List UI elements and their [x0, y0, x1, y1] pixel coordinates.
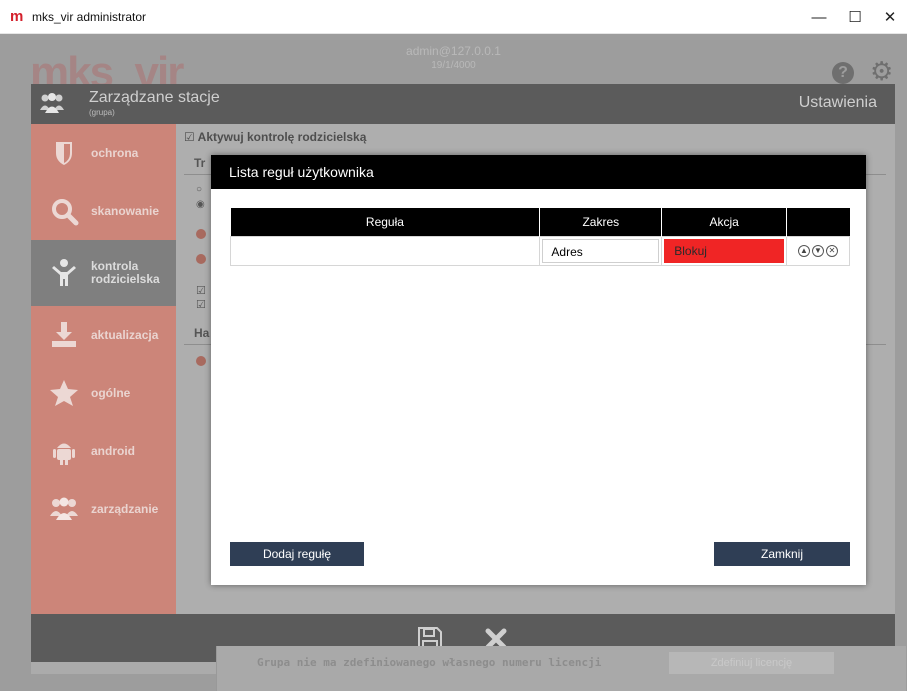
column-header-controls [786, 208, 850, 236]
license-notice: Grupa nie ma zdefiniowanego własnego num… [257, 656, 602, 669]
table-row: Adres Blokuj ▲ ▼ ✕ [229, 235, 850, 266]
dialog-title: Lista reguł użytkownika [211, 155, 866, 189]
sidebar-item-kontrola-rodzicielska[interactable]: kontrola rodzicielska [31, 240, 176, 306]
sidebar-item-ogolne[interactable]: ogólne [31, 364, 176, 422]
shield-icon [56, 142, 72, 165]
sidebar-label-line1: kontrola [91, 259, 139, 273]
move-up-icon[interactable]: ▲ [798, 244, 811, 257]
help-icon[interactable]: ? [832, 62, 854, 84]
scope-cell: Adres [539, 235, 663, 266]
column-header-scope: Zakres [539, 208, 663, 236]
sidebar-item-label: aktualizacja [91, 327, 159, 342]
sidebar-item-aktualizacja[interactable]: aktualizacja [31, 306, 176, 364]
scope-select[interactable]: Adres [542, 238, 660, 263]
checkbox-option[interactable]: ☑ [196, 298, 206, 311]
download-icon [52, 322, 76, 347]
sidebar-item-label: android [91, 443, 135, 458]
app-logo-icon: m [10, 7, 24, 25]
close-window-button[interactable]: ✕ [870, 0, 907, 34]
move-down-icon[interactable]: ▼ [812, 244, 825, 257]
minimize-button[interactable]: — [799, 0, 839, 34]
sidebar-item-label: zarządzanie [91, 501, 159, 516]
arrow-bullet-icon [196, 254, 206, 264]
arrow-bullet-icon [196, 229, 206, 239]
row-controls: ▲ ▼ ✕ [787, 244, 849, 257]
arrow-bullet-icon [196, 356, 206, 366]
parental-control-checkbox[interactable]: ☑ Aktywuj kontrolę rodzicielską [184, 130, 366, 144]
rules-table: Reguła Zakres Akcja Adres Blokuj ▲ ▼ ✕ [229, 208, 850, 266]
add-rule-button[interactable]: Dodaj regułę [230, 542, 364, 566]
child-icon [52, 259, 76, 286]
android-icon [53, 443, 75, 465]
license-notice-strip: Grupa nie ma zdefiniowanego własnego num… [216, 646, 906, 691]
panel-title: Zarządzane stacje [89, 89, 220, 106]
parental-control-checkbox-label: Aktywuj kontrolę rodzicielską [197, 130, 367, 144]
sidebar: ochrona skanowanie kontrola rodzicielska… [31, 124, 176, 614]
users-icon [50, 497, 78, 520]
column-header-action: Akcja [661, 208, 788, 236]
rule-cell[interactable] [229, 235, 541, 266]
radio-option[interactable]: ○ [196, 184, 202, 195]
gear-icon[interactable]: ⚙ [870, 58, 893, 84]
sidebar-item-skanowanie[interactable]: skanowanie [31, 182, 176, 240]
window-titlebar: m mks_vir administrator — ☐ ✕ [0, 0, 907, 34]
user-rules-dialog: Lista reguł użytkownika Reguła Zakres Ak… [211, 155, 866, 585]
maximize-button[interactable]: ☐ [835, 0, 875, 34]
panel-header: Zarządzane stacje (grupa) Ustawienia [31, 84, 895, 124]
action-cell: Blokuj [661, 235, 788, 266]
close-dialog-button[interactable]: Zamknij [714, 542, 850, 566]
radio-option-selected[interactable]: ◉ [196, 199, 205, 210]
checkbox-option[interactable]: ☑ [196, 284, 206, 297]
action-select[interactable]: Blokuj [664, 238, 785, 263]
sidebar-item-label: ochrona [91, 145, 139, 160]
sidebar-item-android[interactable]: android [31, 422, 176, 480]
sidebar-label-line2: rodzicielska [91, 272, 160, 286]
row-controls-cell: ▲ ▼ ✕ [786, 235, 850, 266]
section-fragment: Ha [194, 326, 210, 340]
sidebar-item-zarzadzanie[interactable]: zarządzanie [31, 480, 176, 538]
column-header-rule: Reguła [230, 208, 541, 236]
table-header-row: Reguła Zakres Akcja [230, 208, 850, 236]
sidebar-item-ochrona[interactable]: ochrona [31, 124, 176, 182]
users-group-icon [40, 93, 64, 113]
window-title: mks_vir administrator [32, 9, 147, 24]
sidebar-item-label: kontrola rodzicielska [91, 260, 160, 286]
tab-fragment[interactable]: Tr [194, 156, 205, 170]
panel-subtitle: (grupa) [89, 108, 115, 117]
remove-row-icon[interactable]: ✕ [826, 244, 839, 257]
define-license-button[interactable]: Zdefiniuj licencję [669, 652, 834, 674]
star-icon [50, 380, 78, 406]
magnifier-icon [52, 199, 79, 226]
settings-label: Ustawienia [798, 94, 877, 111]
sidebar-item-label: ogólne [91, 385, 131, 400]
sidebar-item-label: skanowanie [91, 203, 160, 218]
